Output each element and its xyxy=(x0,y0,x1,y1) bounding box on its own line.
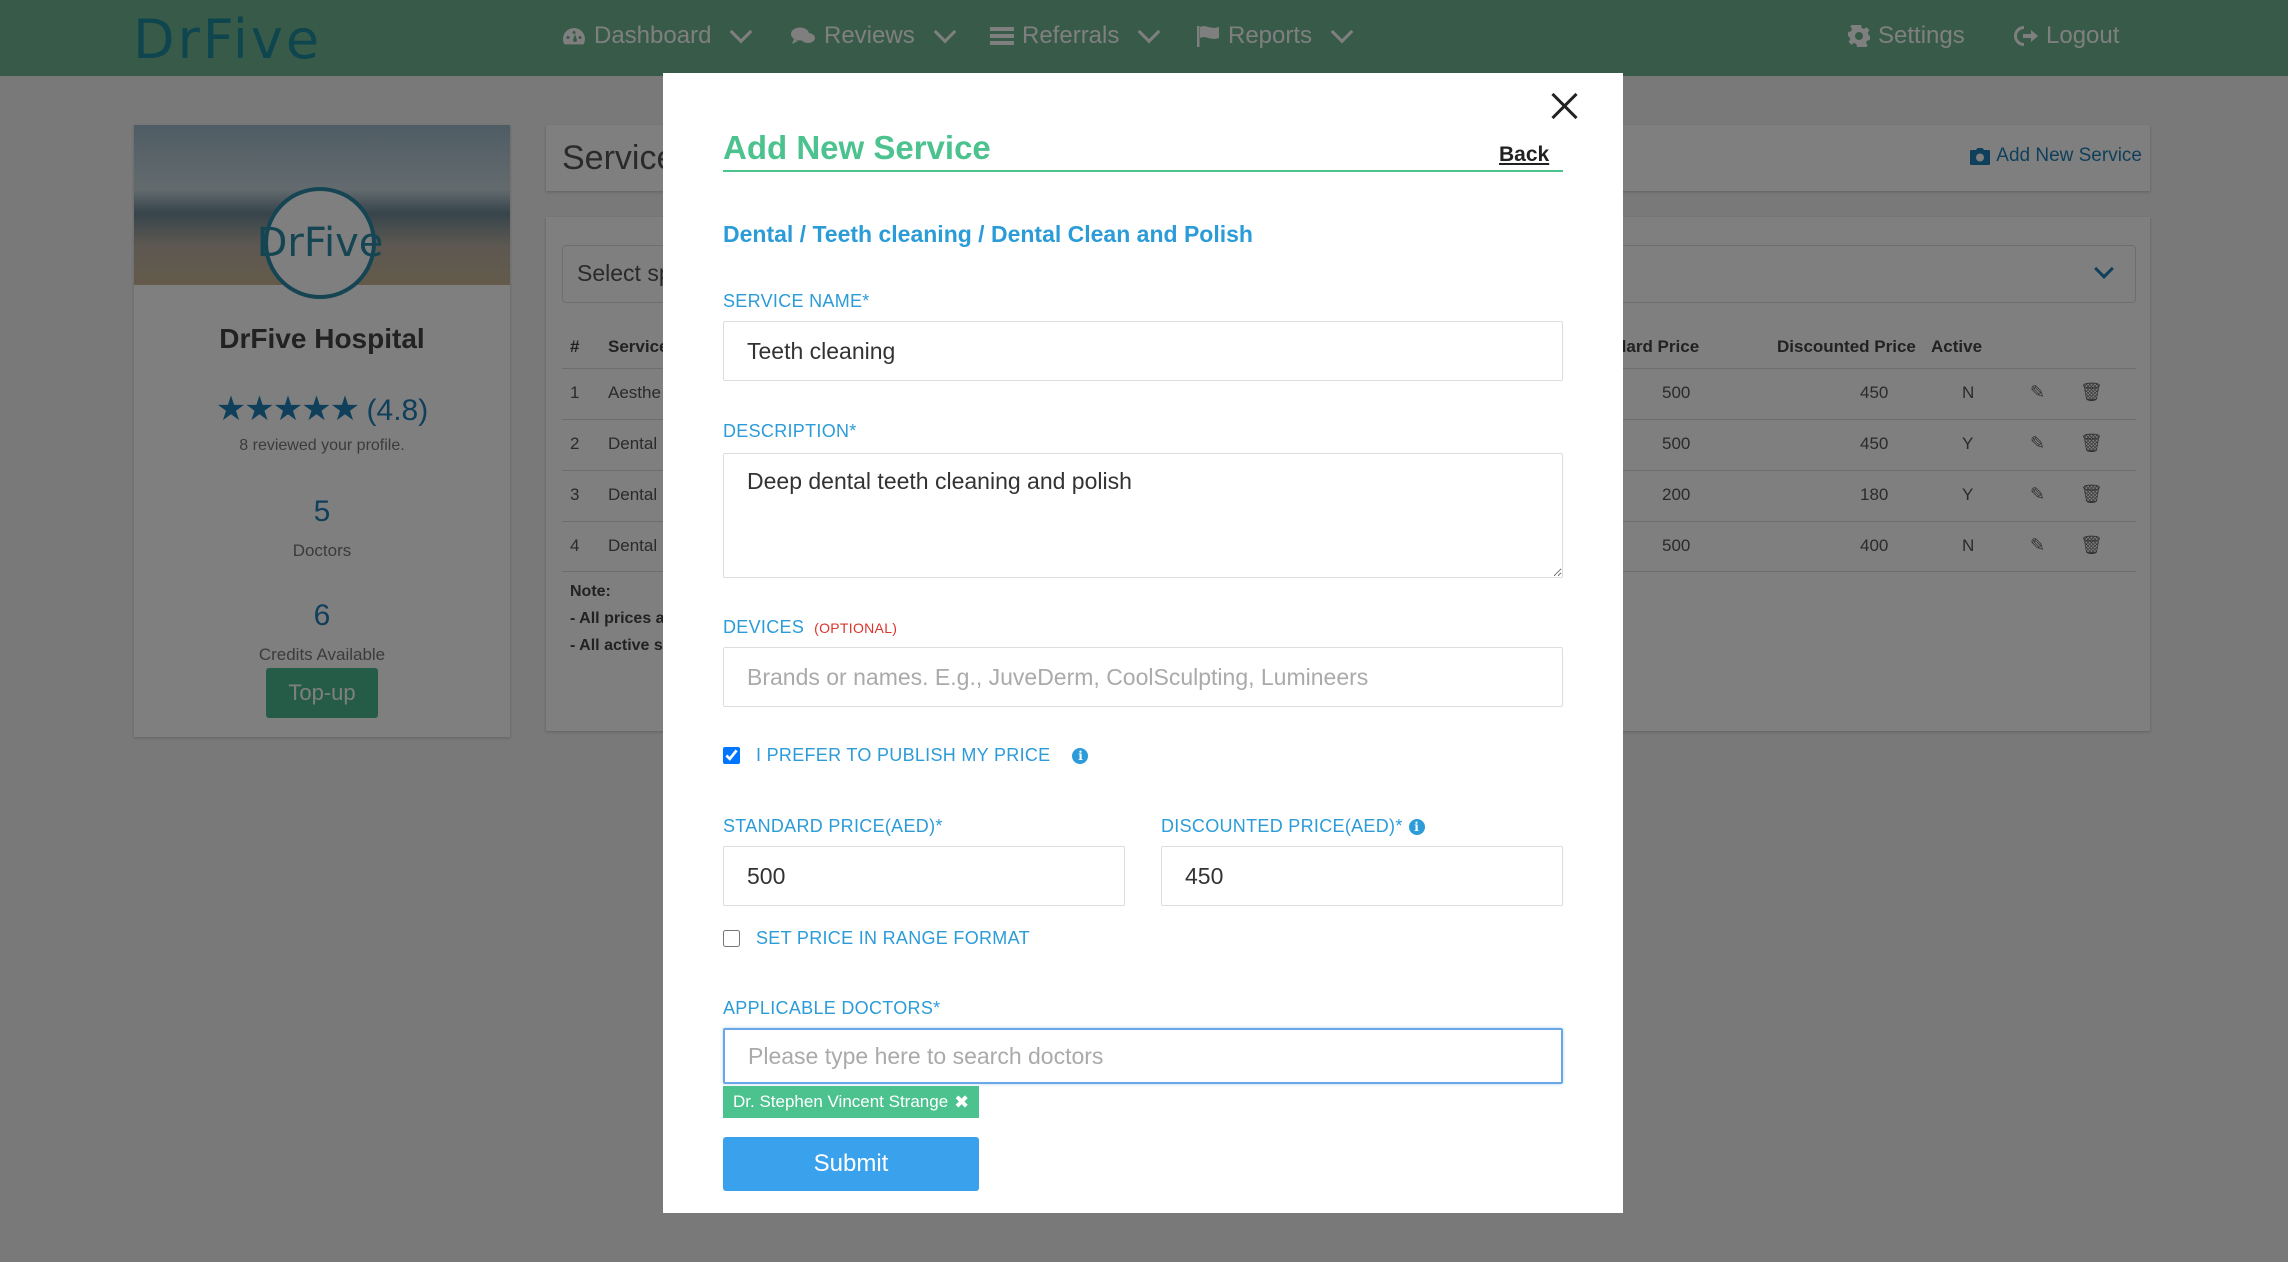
devices-label: DEVICES (OPTIONAL) xyxy=(723,617,897,638)
devices-label-text: DEVICES xyxy=(723,617,805,637)
doctor-tag-label: Dr. Stephen Vincent Strange xyxy=(733,1092,949,1111)
add-service-modal: Add New Service Back Dental / Teeth clea… xyxy=(663,73,1623,1213)
remove-tag-icon[interactable]: ✖ xyxy=(954,1092,969,1113)
devices-input[interactable] xyxy=(723,647,1563,707)
range-format-row: SET PRICE IN RANGE FORMAT xyxy=(723,928,1030,949)
title-divider xyxy=(723,170,1563,172)
service-name-label: SERVICE NAME* xyxy=(723,291,870,311)
info-icon[interactable]: i xyxy=(1408,818,1425,835)
description-textarea[interactable]: Deep dental teeth cleaning and polish xyxy=(723,453,1563,578)
back-link[interactable]: Back xyxy=(1499,143,1549,167)
info-icon[interactable]: i xyxy=(1072,747,1089,764)
range-format-checkbox[interactable] xyxy=(723,930,740,947)
publish-price-checkbox[interactable] xyxy=(723,747,740,764)
standard-price-label: STANDARD PRICE(AED)* xyxy=(723,816,943,836)
publish-price-row: I PREFER TO PUBLISH MY PRICE i xyxy=(723,745,1089,766)
publish-price-label[interactable]: I PREFER TO PUBLISH MY PRICE xyxy=(756,745,1050,766)
applicable-doctors-label: APPLICABLE DOCTORS* xyxy=(723,998,941,1018)
description-label: DESCRIPTION* xyxy=(723,421,857,441)
modal-title: Add New Service xyxy=(723,129,991,166)
doctor-search-input[interactable] xyxy=(723,1028,1563,1084)
breadcrumb: Dental / Teeth cleaning / Dental Clean a… xyxy=(723,221,1253,247)
doctor-tag: Dr. Stephen Vincent Strange ✖ xyxy=(723,1086,980,1118)
submit-button[interactable]: Submit xyxy=(723,1137,979,1191)
range-format-label[interactable]: SET PRICE IN RANGE FORMAT xyxy=(756,928,1030,949)
discounted-price-input[interactable] xyxy=(1161,846,1563,906)
close-icon[interactable] xyxy=(1543,85,1585,127)
discounted-price-label: DISCOUNTED PRICE(AED)* i xyxy=(1161,816,1425,837)
service-name-input[interactable] xyxy=(723,321,1563,381)
discounted-price-label-text: DISCOUNTED PRICE(AED)* xyxy=(1161,816,1403,836)
standard-price-input[interactable] xyxy=(723,846,1125,906)
optional-badge: (OPTIONAL) xyxy=(814,620,898,636)
